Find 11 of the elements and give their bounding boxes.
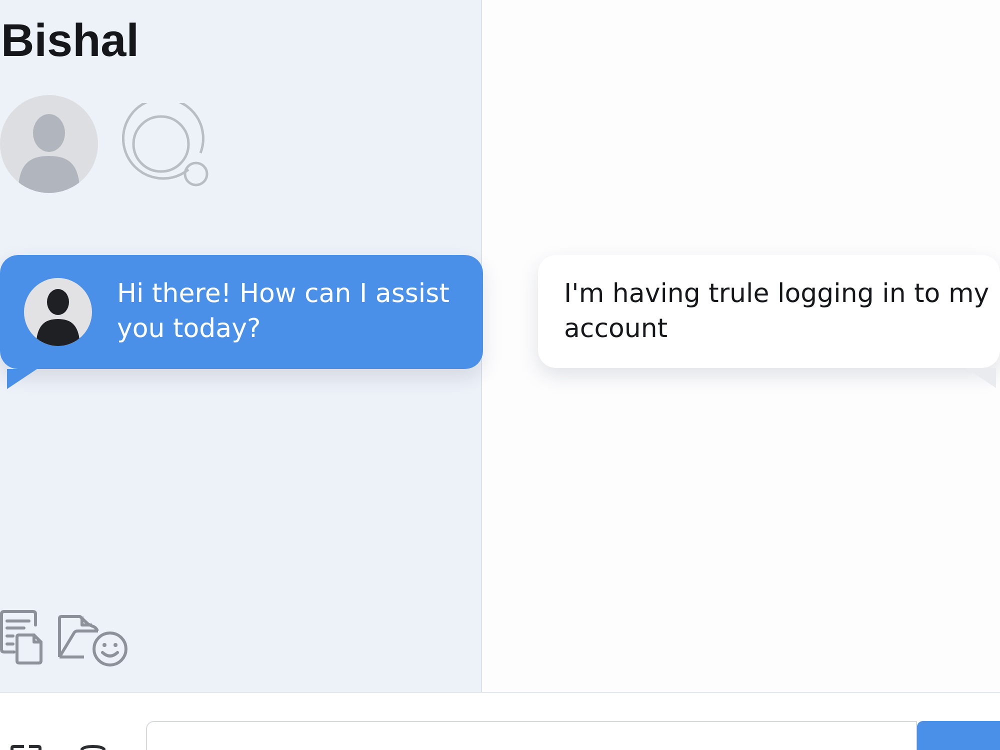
folder-icon[interactable]: [58, 615, 100, 659]
bubble-tail: [966, 368, 996, 388]
contact-name: Bishal: [1, 14, 140, 67]
documents-icon[interactable]: [0, 610, 44, 665]
message-input[interactable]: [146, 721, 917, 750]
avatar-icon: [24, 278, 92, 346]
message-text: Hi there! How can I assist you today?: [117, 278, 450, 346]
message-text: I'm having trule logging in to my account: [564, 278, 990, 346]
ring-icon: [121, 103, 211, 189]
frame-icon[interactable]: [10, 745, 42, 750]
smiley-icon[interactable]: [92, 631, 128, 667]
